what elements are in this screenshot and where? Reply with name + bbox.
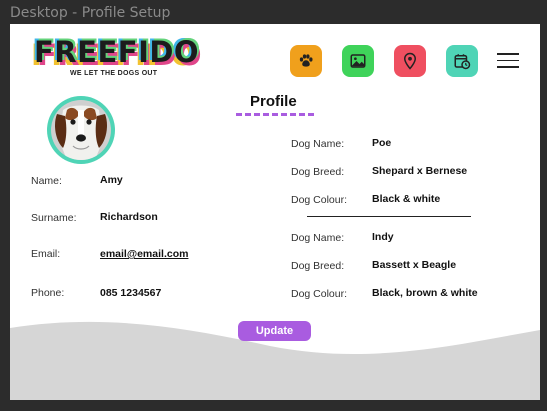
- paw-button[interactable]: [290, 45, 322, 77]
- dog-divider: [307, 216, 471, 217]
- footer-wave: [10, 321, 540, 400]
- name-label: Name:: [31, 175, 62, 187]
- logo-wordmark: FREEFIDO: [34, 35, 200, 69]
- dog-name-value[interactable]: Poe: [372, 137, 391, 149]
- dog-colour-value[interactable]: Black & white: [372, 193, 440, 205]
- paw-icon: [299, 54, 313, 67]
- email-value[interactable]: email@email.com: [100, 248, 188, 260]
- dog-colour-label: Dog Colour:: [291, 194, 348, 206]
- update-button[interactable]: Update: [238, 321, 311, 341]
- page-title: Profile: [250, 93, 297, 110]
- dog-name-label: Dog Name:: [291, 138, 345, 150]
- phone-value[interactable]: 085 1234567: [100, 287, 161, 299]
- profile-page: FREEFIDO FREEFIDO FREEFIDO FREEFIDO FREE…: [10, 24, 540, 400]
- dog-breed-label: Dog Breed:: [291, 260, 345, 272]
- dog-name-label: Dog Name:: [291, 232, 345, 244]
- email-label: Email:: [31, 248, 61, 260]
- name-value[interactable]: Amy: [100, 174, 123, 186]
- avatar[interactable]: [47, 96, 115, 164]
- dog-breed-value[interactable]: Bassett x Beagle: [372, 259, 456, 271]
- dog-name-value[interactable]: Indy: [372, 231, 394, 243]
- gallery-button[interactable]: [342, 45, 374, 77]
- location-pin-icon: [403, 52, 417, 70]
- image-icon: [350, 54, 366, 68]
- dog-breed-label: Dog Breed:: [291, 166, 345, 178]
- dog-photo: [51, 100, 111, 160]
- dog-breed-value[interactable]: Shepard x Bernese: [372, 165, 467, 177]
- surname-label: Surname:: [31, 212, 77, 224]
- dog-colour-value[interactable]: Black, brown & white: [372, 287, 478, 299]
- dog-colour-label: Dog Colour:: [291, 288, 348, 300]
- title-underline: [236, 113, 314, 116]
- calendar-clock-icon: [454, 54, 471, 70]
- schedule-button[interactable]: [446, 45, 478, 77]
- map-button[interactable]: [394, 45, 426, 77]
- window-title: Desktop - Profile Setup: [10, 5, 171, 21]
- surname-value[interactable]: Richardson: [100, 211, 158, 223]
- menu-icon[interactable]: [497, 53, 519, 68]
- phone-label: Phone:: [31, 287, 65, 299]
- freefido-logo[interactable]: FREEFIDO FREEFIDO FREEFIDO FREEFIDO FREE…: [31, 35, 202, 78]
